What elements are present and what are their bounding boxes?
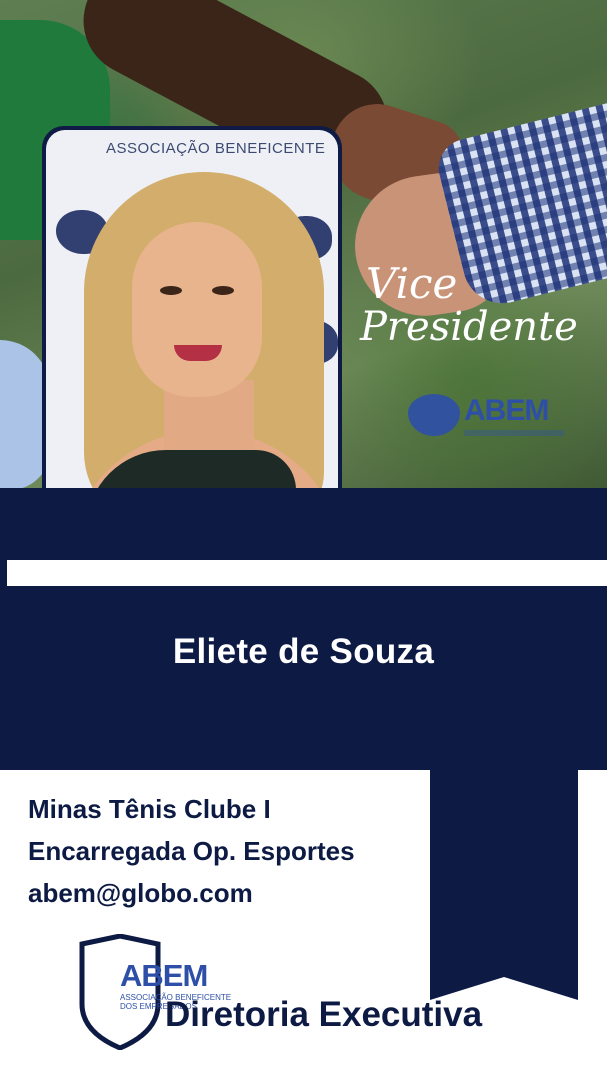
- footer-logo-text: ABEM: [120, 958, 208, 993]
- club-name: Minas Tênis Clube I: [28, 794, 271, 824]
- person-name: Eliete de Souza: [172, 632, 435, 671]
- navy-ribbon: [430, 770, 578, 1000]
- navy-stripe-edge: [0, 560, 7, 586]
- role-title-line1: Vice: [366, 259, 458, 308]
- profile-photo-frame: ASSOCIAÇÃO BENEFICENTE: [42, 126, 342, 530]
- abem-logo-mark-icon: [408, 394, 460, 436]
- navy-band-upper: [0, 488, 607, 560]
- job-position: Encarregada Op. Esportes: [28, 836, 355, 866]
- hero-logo-subtext: [464, 430, 564, 436]
- profile-photo: ASSOCIAÇÃO BENEFICENTE: [46, 130, 338, 526]
- photo-backdrop-text: ASSOCIAÇÃO BENEFICENTE: [106, 140, 326, 157]
- role-title: Vice Presidente: [360, 259, 600, 351]
- hero-abem-logo: ABEM: [408, 388, 568, 440]
- eye: [212, 286, 234, 295]
- email-address: abem@globo.com: [28, 878, 253, 908]
- contact-info: Minas Tênis Clube I Encarregada Op. Espo…: [28, 788, 355, 914]
- name-band: [0, 586, 607, 770]
- hero-logo-text: ABEM: [464, 394, 549, 427]
- person-face: [132, 222, 262, 397]
- white-divider-stripe: [7, 560, 607, 586]
- eye: [160, 286, 182, 295]
- role-title-line2: Presidente: [360, 304, 578, 351]
- footer-title: Diretoria Executiva: [165, 995, 483, 1034]
